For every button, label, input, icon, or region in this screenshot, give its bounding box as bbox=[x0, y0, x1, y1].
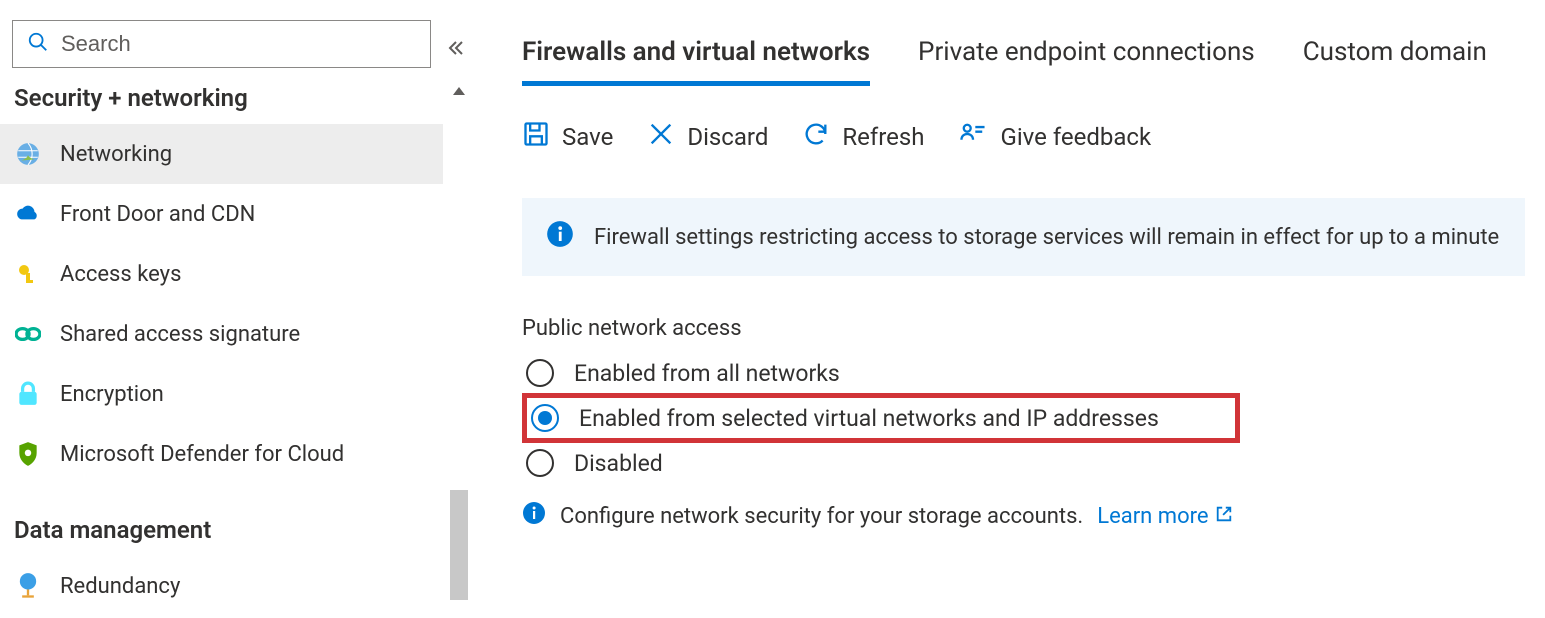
collapse-sidebar-icon[interactable] bbox=[444, 38, 464, 62]
radio-icon bbox=[526, 359, 554, 387]
sidebar-item-encryption[interactable]: Encryption bbox=[0, 364, 443, 424]
shield-icon bbox=[14, 441, 42, 467]
refresh-label: Refresh bbox=[842, 123, 924, 151]
save-button[interactable]: Save bbox=[522, 120, 613, 154]
globe-icon bbox=[14, 141, 42, 167]
sidebar-scrollbar[interactable] bbox=[448, 78, 470, 608]
nav-label: Microsoft Defender for Cloud bbox=[60, 442, 344, 467]
discard-button[interactable]: Discard bbox=[647, 120, 768, 154]
hint-text: Configure network security for your stor… bbox=[560, 504, 1083, 529]
info-icon bbox=[522, 501, 546, 531]
radio-option-all-networks[interactable]: Enabled from all networks bbox=[522, 353, 1525, 393]
scroll-up-icon[interactable] bbox=[451, 82, 467, 101]
banner-text: Firewall settings restricting access to … bbox=[594, 225, 1499, 250]
key-icon bbox=[14, 262, 42, 286]
tab-bar: Firewalls and virtual networks Private e… bbox=[522, 10, 1525, 86]
nav-label: Access keys bbox=[60, 262, 181, 287]
radio-option-disabled[interactable]: Disabled bbox=[522, 443, 1525, 483]
feedback-label: Give feedback bbox=[1000, 123, 1151, 151]
radio-option-selected-networks[interactable]: Enabled from selected virtual networks a… bbox=[531, 404, 1159, 432]
nav-label: Shared access signature bbox=[60, 322, 300, 347]
sidebar-item-front-door[interactable]: Front Door and CDN bbox=[0, 184, 443, 244]
config-hint: Configure network security for your stor… bbox=[522, 501, 1525, 531]
public-access-title: Public network access bbox=[522, 316, 1525, 341]
learn-more-label: Learn more bbox=[1097, 504, 1208, 529]
nav-label: Front Door and CDN bbox=[60, 202, 255, 227]
radio-label: Enabled from all networks bbox=[574, 360, 840, 387]
sidebar: Security + networking Networking Front D… bbox=[0, 0, 470, 618]
tab-firewalls[interactable]: Firewalls and virtual networks bbox=[522, 37, 870, 86]
radio-label: Enabled from selected virtual networks a… bbox=[579, 405, 1159, 432]
save-label: Save bbox=[562, 123, 613, 151]
scroll-thumb[interactable] bbox=[450, 490, 468, 600]
search-icon bbox=[27, 31, 49, 57]
save-icon bbox=[522, 120, 550, 154]
link-icon bbox=[14, 324, 42, 344]
nav-label: Redundancy bbox=[60, 574, 180, 599]
discard-icon bbox=[647, 120, 675, 154]
learn-more-link[interactable]: Learn more bbox=[1097, 504, 1232, 529]
tab-private-endpoints[interactable]: Private endpoint connections bbox=[918, 37, 1255, 86]
info-banner: Firewall settings restricting access to … bbox=[522, 198, 1525, 276]
search-input[interactable] bbox=[59, 30, 416, 58]
sidebar-item-sas[interactable]: Shared access signature bbox=[0, 304, 443, 364]
feedback-icon bbox=[958, 120, 988, 154]
nav-label: Encryption bbox=[60, 382, 164, 407]
sidebar-item-defender[interactable]: Microsoft Defender for Cloud bbox=[0, 424, 443, 484]
tab-custom-domain[interactable]: Custom domain bbox=[1303, 37, 1487, 86]
search-box[interactable] bbox=[12, 20, 431, 68]
feedback-button[interactable]: Give feedback bbox=[958, 120, 1151, 154]
refresh-icon bbox=[802, 120, 830, 154]
globe-stand-icon bbox=[14, 572, 42, 600]
nav-label: Networking bbox=[60, 142, 172, 167]
radio-icon bbox=[526, 449, 554, 477]
section-header-security: Security + networking bbox=[0, 76, 443, 124]
main-panel: Firewalls and virtual networks Private e… bbox=[470, 0, 1545, 618]
sidebar-item-access-keys[interactable]: Access keys bbox=[0, 244, 443, 304]
sidebar-item-networking[interactable]: Networking bbox=[0, 124, 443, 184]
lock-icon bbox=[14, 381, 42, 407]
refresh-button[interactable]: Refresh bbox=[802, 120, 924, 154]
radio-label: Disabled bbox=[574, 450, 663, 477]
toolbar: Save Discard Refresh Give feedback bbox=[522, 120, 1525, 154]
radio-icon bbox=[531, 404, 559, 432]
external-link-icon bbox=[1215, 504, 1233, 529]
highlighted-option: Enabled from selected virtual networks a… bbox=[522, 393, 1240, 443]
section-header-data: Data management bbox=[0, 508, 443, 556]
info-icon bbox=[546, 220, 574, 254]
cloud-icon bbox=[14, 201, 42, 227]
discard-label: Discard bbox=[687, 123, 768, 151]
sidebar-item-redundancy[interactable]: Redundancy bbox=[0, 556, 443, 616]
